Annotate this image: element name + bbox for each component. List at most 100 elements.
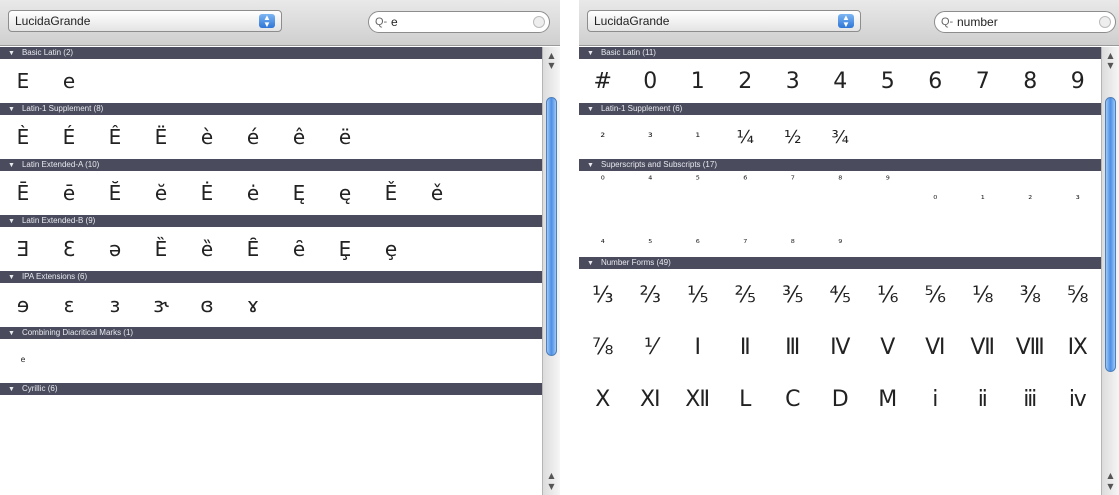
glyph[interactable]: ͤ xyxy=(0,354,46,368)
disclosure-triangle-icon[interactable]: ▼ xyxy=(8,328,15,340)
section-header[interactable]: ▼ Latin-1 Supplement (8) xyxy=(0,103,542,115)
section-header[interactable]: ▼ Cyrillic (6) xyxy=(0,383,542,395)
disclosure-triangle-icon[interactable]: ▼ xyxy=(8,48,15,60)
scroll-thumb[interactable] xyxy=(546,97,557,356)
glyph[interactable]: Ⅲ xyxy=(769,335,817,360)
disclosure-triangle-icon[interactable]: ▼ xyxy=(8,384,15,396)
glyph[interactable]: ⁷ xyxy=(769,171,817,186)
disclosure-triangle-icon[interactable]: ▼ xyxy=(8,272,15,284)
section-header[interactable]: ▼ Basic Latin (11) xyxy=(579,47,1101,59)
glyph[interactable]: ₁ xyxy=(959,171,1007,202)
glyph[interactable]: ɜ xyxy=(92,293,138,317)
glyph[interactable]: ĕ xyxy=(138,181,184,205)
glyph[interactable]: ⅞ xyxy=(579,335,627,360)
glyph[interactable]: Ⅹ xyxy=(579,387,627,412)
glyph[interactable]: Ⅱ xyxy=(722,335,770,360)
glyph[interactable]: ⅚ xyxy=(912,283,960,308)
vertical-scrollbar[interactable]: ▲ ▼ ▲ ▼ xyxy=(542,47,560,495)
scroll-down-icon[interactable]: ▼ xyxy=(545,480,558,493)
glyph[interactable]: Ⅶ xyxy=(959,335,1007,360)
glyph[interactable]: È xyxy=(0,125,46,149)
section-header[interactable]: ▼ Combining Diacritical Marks (1) xyxy=(0,327,542,339)
glyph[interactable]: ɛ xyxy=(46,293,92,317)
glyph[interactable]: ȩ xyxy=(368,237,414,261)
glyph[interactable]: ₀ xyxy=(912,171,960,202)
font-popup[interactable]: LucidaGrande ▲ ▼ xyxy=(587,10,861,32)
glyph[interactable]: # xyxy=(579,69,627,94)
glyph[interactable]: ₉ xyxy=(817,235,865,246)
glyph[interactable]: Ⅴ xyxy=(864,335,912,360)
glyph[interactable]: ⅕ xyxy=(674,283,722,308)
glyph[interactable]: ⅙ xyxy=(864,283,912,308)
glyph[interactable]: ₃ xyxy=(1054,171,1101,202)
glyph[interactable]: ⅜ xyxy=(1007,283,1055,308)
glyph[interactable]: ⁹ xyxy=(864,171,912,186)
glyph[interactable]: e xyxy=(46,69,92,93)
glyph[interactable]: ⅓ xyxy=(579,283,627,308)
glyph[interactable]: 8 xyxy=(1007,69,1055,94)
glyph[interactable]: Ⅰ xyxy=(674,335,722,360)
glyph[interactable]: é xyxy=(230,125,276,149)
glyph[interactable]: ¼ xyxy=(722,127,770,148)
glyph[interactable]: 7 xyxy=(959,69,1007,94)
glyph[interactable]: ⅟ xyxy=(627,335,675,360)
glyph[interactable]: Ę xyxy=(276,181,322,205)
glyph[interactable]: ɞ xyxy=(184,293,230,317)
glyph[interactable]: ɝ xyxy=(138,293,184,317)
glyph[interactable]: Ⅵ xyxy=(912,335,960,360)
section-header[interactable]: ▼ Latin-1 Supplement (6) xyxy=(579,103,1101,115)
glyph[interactable]: ² xyxy=(579,130,627,144)
scroll-down-icon[interactable]: ▼ xyxy=(1104,59,1117,72)
glyph[interactable]: Ē xyxy=(0,181,46,205)
section-header[interactable]: ▼ Latin Extended-A (10) xyxy=(0,159,542,171)
glyph[interactable]: 0 xyxy=(627,69,675,94)
glyph[interactable]: ⅱ xyxy=(959,387,1007,412)
glyph[interactable]: Ȅ xyxy=(138,237,184,261)
disclosure-triangle-icon[interactable]: ▼ xyxy=(8,160,15,172)
search-input[interactable]: e xyxy=(391,12,529,32)
disclosure-triangle-icon[interactable]: ▼ xyxy=(587,104,594,116)
glyph[interactable]: Ĕ xyxy=(92,181,138,205)
glyph[interactable]: ₆ xyxy=(674,235,722,246)
glyph[interactable]: Ȩ xyxy=(322,237,368,261)
scroll-down-icon[interactable]: ▼ xyxy=(1104,480,1117,493)
glyph[interactable]: Ě xyxy=(368,181,414,205)
scroll-down-icon[interactable]: ▼ xyxy=(545,59,558,72)
glyph[interactable]: ⅘ xyxy=(817,283,865,308)
glyph[interactable]: Ⅾ xyxy=(817,387,865,412)
glyph[interactable]: ⅳ xyxy=(1054,387,1101,412)
glyph[interactable]: Ⅼ xyxy=(722,387,770,412)
glyph[interactable]: ₅ xyxy=(627,235,675,246)
vertical-scrollbar[interactable]: ▲ ▼ ▲ ▼ xyxy=(1101,47,1119,495)
glyph[interactable]: 4 xyxy=(817,69,865,94)
glyph[interactable]: 2 xyxy=(722,69,770,94)
glyph[interactable]: ½ xyxy=(769,127,817,148)
glyph[interactable]: ⁴ xyxy=(627,171,675,186)
glyph[interactable]: Ė xyxy=(184,181,230,205)
glyph[interactable]: ⁸ xyxy=(817,171,865,186)
glyph[interactable]: ⅝ xyxy=(1054,283,1101,308)
search-input[interactable]: number xyxy=(957,12,1095,32)
clear-search-icon[interactable] xyxy=(1099,16,1111,28)
glyph[interactable]: ė xyxy=(230,181,276,205)
glyph[interactable]: Ⅳ xyxy=(817,335,865,360)
glyph[interactable]: ɘ xyxy=(0,293,46,317)
font-popup[interactable]: LucidaGrande ▲ ▼ xyxy=(8,10,282,32)
glyph[interactable]: ₇ xyxy=(722,235,770,246)
section-header[interactable]: ▼ Basic Latin (2) xyxy=(0,47,542,59)
section-header[interactable]: ▼ Superscripts and Subscripts (17) xyxy=(579,159,1101,171)
glyph[interactable]: ⅔ xyxy=(627,283,675,308)
glyph[interactable]: É xyxy=(46,125,92,149)
glyph[interactable]: Ǝ xyxy=(0,237,46,261)
glyph[interactable]: ⅲ xyxy=(1007,387,1055,412)
section-header[interactable]: ▼ Number Forms (49) xyxy=(579,257,1101,269)
disclosure-triangle-icon[interactable]: ▼ xyxy=(8,216,15,228)
glyph[interactable]: ⁶ xyxy=(722,171,770,186)
glyph[interactable]: Ⅸ xyxy=(1054,335,1101,360)
glyph[interactable]: ē xyxy=(46,181,92,205)
glyph[interactable]: ₄ xyxy=(579,235,627,246)
glyph[interactable]: ⁵ xyxy=(674,171,722,186)
search-field[interactable]: Q- e xyxy=(368,11,550,33)
disclosure-triangle-icon[interactable]: ▼ xyxy=(587,48,594,60)
glyph[interactable]: Ê xyxy=(92,125,138,149)
